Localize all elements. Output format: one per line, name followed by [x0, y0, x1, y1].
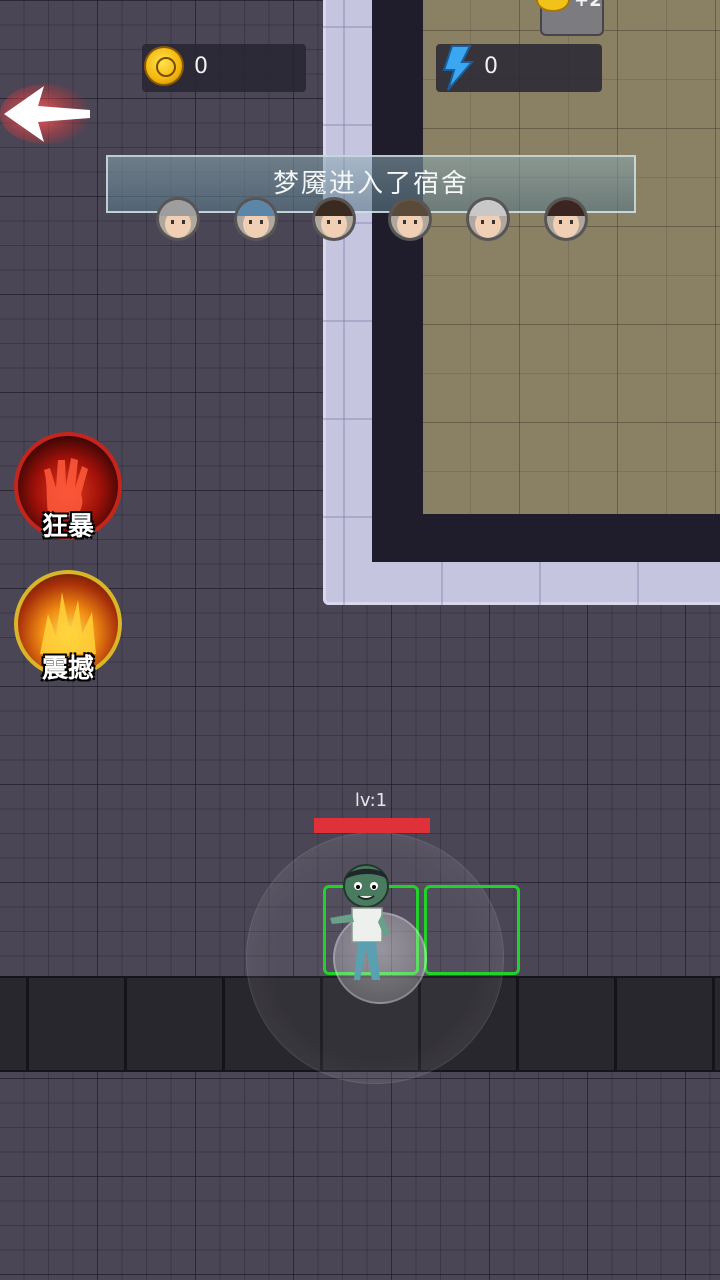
bald-man-avatar	[156, 197, 200, 241]
health-bar	[314, 818, 430, 833]
glasses-man-avatar	[312, 197, 356, 241]
player-level-label: lv:1	[354, 790, 388, 811]
energy-counter: 0	[436, 44, 602, 92]
old-woman-avatar	[466, 197, 510, 241]
rage-skill-label: 狂暴	[41, 512, 94, 542]
dark-hair-girl-avatar	[544, 197, 588, 241]
zombie-character[interactable]	[326, 862, 410, 986]
coin-icon	[144, 46, 184, 86]
blue-hair-boy-avatar	[234, 197, 278, 241]
lightning-icon	[442, 45, 475, 91]
energy-value: 0	[484, 54, 498, 79]
coin-counter: 0	[142, 44, 306, 92]
glasses-man-2-avatar	[388, 197, 432, 241]
coin-value: 0	[194, 54, 208, 79]
bed-level-text: +2	[574, 0, 602, 11]
health-bar-fill	[314, 818, 430, 833]
shock-skill-label: 震撼	[41, 654, 94, 684]
highlighted-tile[interactable]	[424, 885, 520, 975]
back-arrow-icon[interactable]	[0, 78, 96, 150]
